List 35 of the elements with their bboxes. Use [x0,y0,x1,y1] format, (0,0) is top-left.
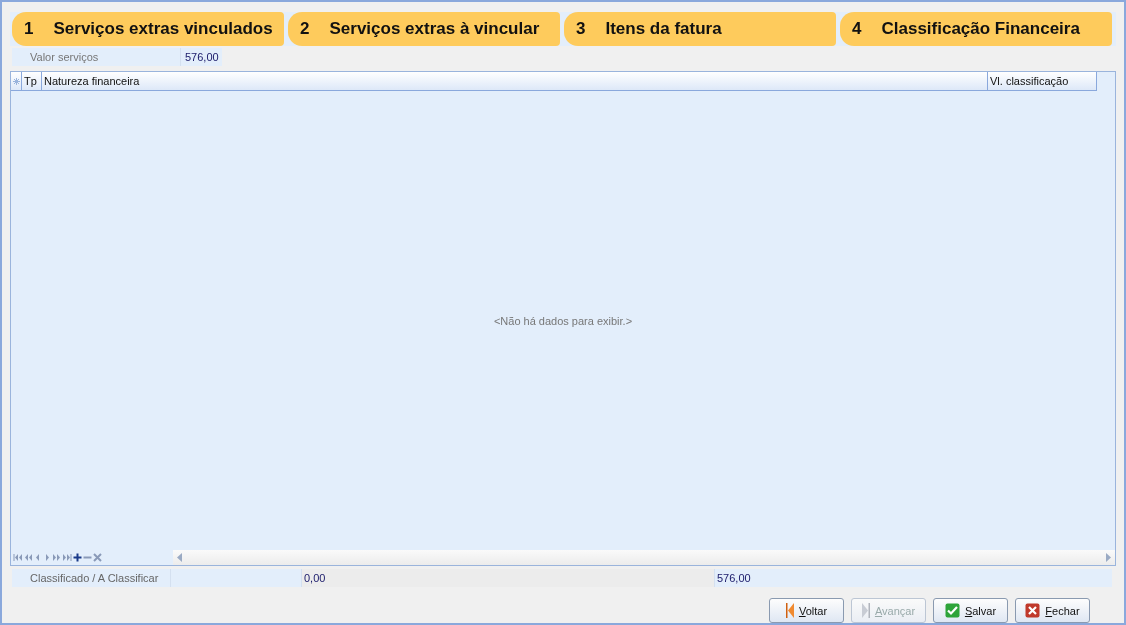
action-button[interactable]: Voltar [769,598,844,623]
field-value: 576,00 [180,48,219,66]
close-icon [1025,603,1041,618]
empty-message: <Não há dados para exibir.> [493,314,633,327]
classified-value: 0,00 [301,569,714,587]
delete-icon[interactable] [93,553,102,562]
horizontal-scrollbar[interactable] [173,550,1115,565]
column-header[interactable]: Natureza financeira [42,72,988,90]
triangle-left-icon [785,603,794,618]
first-icon[interactable] [13,553,23,562]
step-number: 4 [852,19,862,39]
asterisk-icon[interactable] [12,77,20,85]
step-title: Classificação Financeira [881,19,1080,39]
checkmark-icon [944,603,960,618]
step-title: Serviços extras vinculados [53,19,273,39]
column-header[interactable]: Tp [22,72,42,90]
next-page-icon[interactable] [52,553,61,562]
action-button[interactable]: Fechar [1015,598,1090,623]
step-number: 2 [300,19,310,39]
add-icon[interactable] [73,553,82,562]
triangle-right-icon [861,603,870,618]
to-classify-value: 576,00 [714,569,1112,587]
previous-page-icon[interactable] [24,553,33,562]
step-number: 3 [576,19,586,39]
scroll-left-icon[interactable] [177,553,182,562]
column-header[interactable]: Vl. classificação [988,72,1097,90]
previous-icon[interactable] [34,553,42,562]
action-button[interactable]: Salvar [933,598,1008,623]
next-icon[interactable] [43,553,51,562]
step-number: 1 [24,19,34,39]
field-label: Classificado / A Classificar [12,569,171,587]
step-title: Itens da fatura [605,19,722,39]
scroll-right-icon[interactable] [1106,553,1111,562]
field-label: Valor serviços [29,51,100,63]
step-title: Serviços extras à vincular [329,19,540,39]
